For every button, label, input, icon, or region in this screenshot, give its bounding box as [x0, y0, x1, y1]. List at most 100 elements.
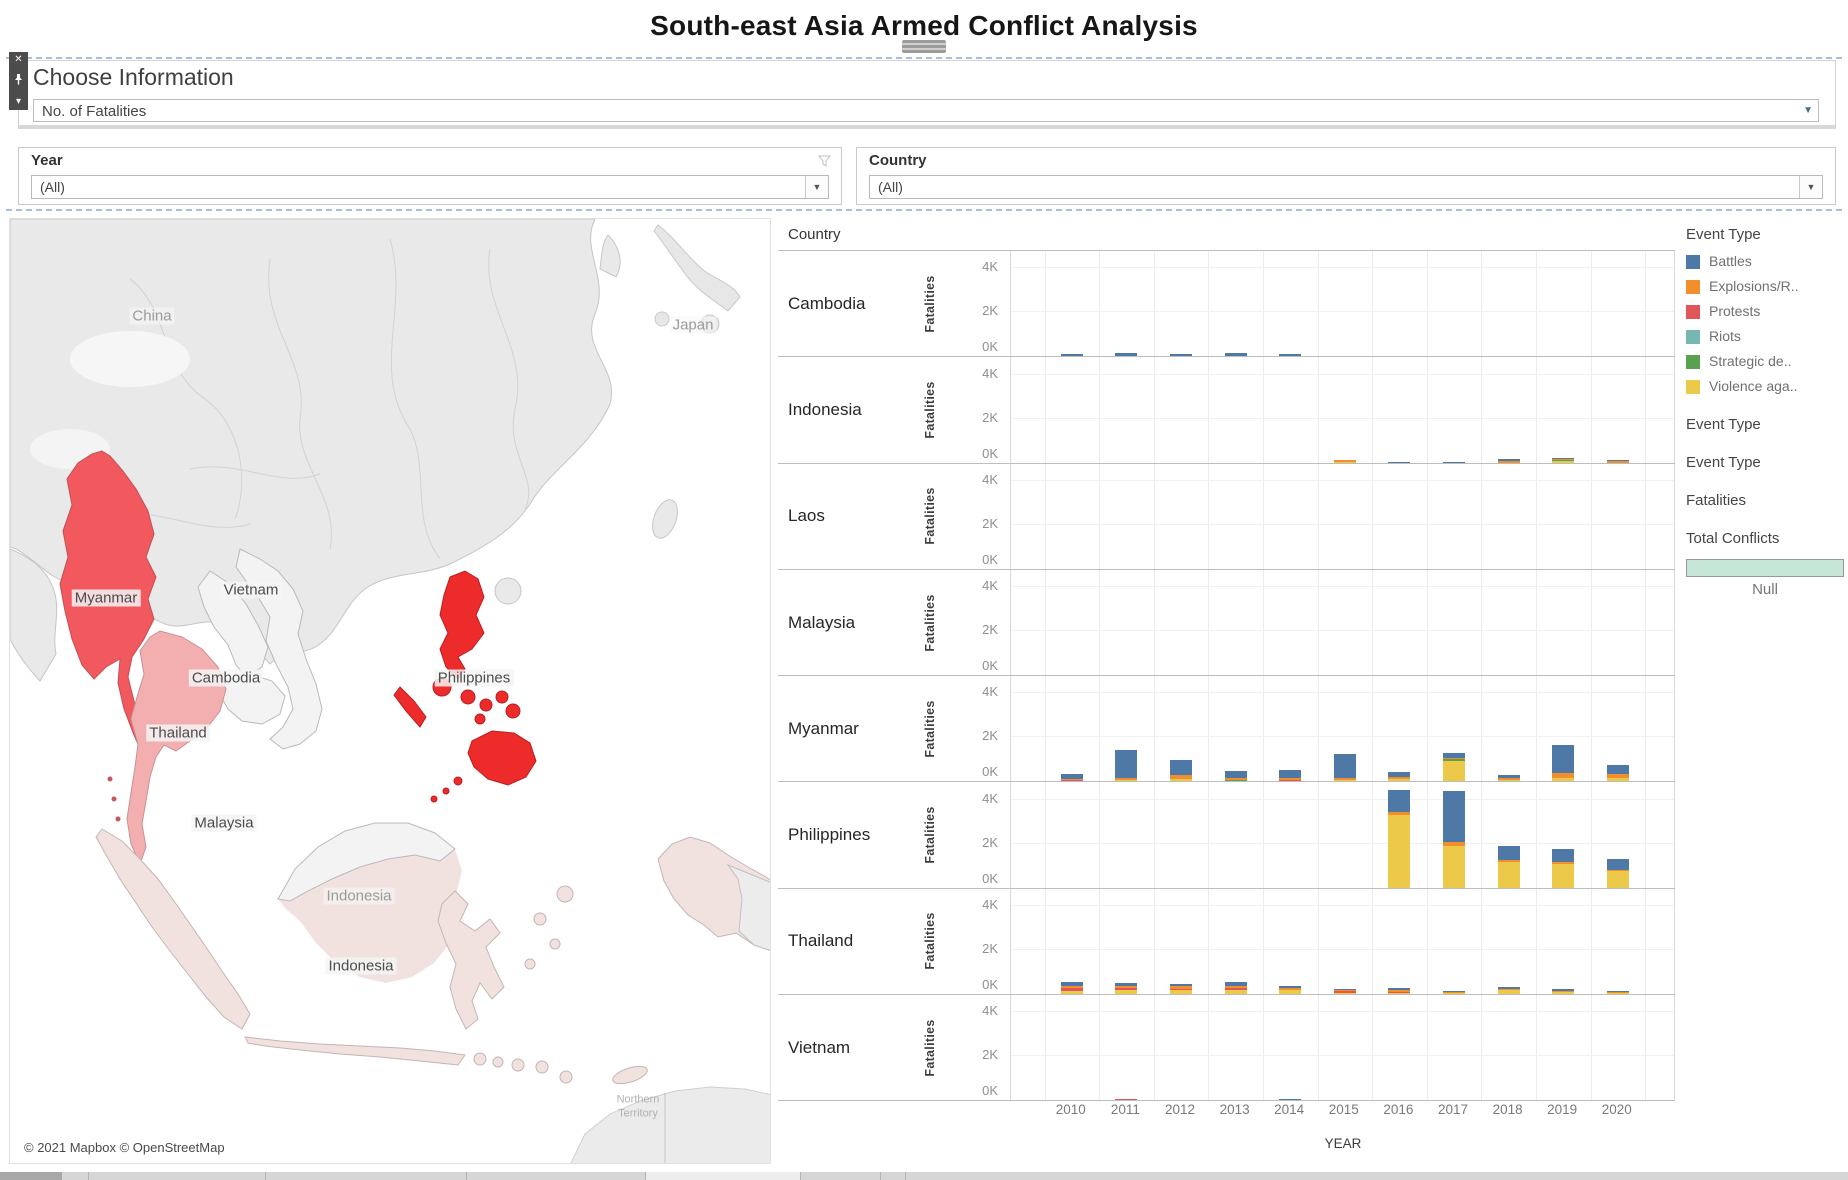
chevron-down-icon[interactable]: ▼ [805, 176, 828, 198]
bottom-scroll-strip[interactable] [0, 1172, 1848, 1180]
stacked-bar-philippines-2016[interactable] [1388, 790, 1410, 888]
bar-segment-battles[interactable] [1061, 354, 1083, 357]
bar-segment-battles[interactable] [1279, 1099, 1301, 1100]
map-panel[interactable]: ChinaJapanMyanmarVietnamCambodiaThailand… [9, 218, 771, 1164]
legend-item-explosions[interactable]: Explosions/R.. [1686, 278, 1844, 295]
total-conflicts-swatch[interactable] [1686, 559, 1844, 577]
close-icon[interactable]: ✕ [14, 55, 22, 65]
bar-segment-explosions[interactable] [1607, 461, 1629, 462]
legend-item-strategic[interactable]: Strategic de.. [1686, 353, 1844, 370]
bar-segment-battles[interactable] [1552, 745, 1574, 773]
stacked-bar-myanmar-2019[interactable] [1552, 745, 1574, 781]
bar-segment-battles[interactable] [1388, 790, 1410, 812]
bar-segment-protests[interactable] [1279, 780, 1301, 781]
bar-segment-violence[interactable] [1388, 815, 1410, 888]
bar-segment-violence[interactable] [1225, 990, 1247, 994]
bar-segment-violence[interactable] [1498, 990, 1520, 994]
bar-segment-battles[interactable] [1388, 462, 1410, 463]
bar-segment-battles[interactable] [1607, 765, 1629, 774]
bar-segment-explosions[interactable] [1498, 461, 1520, 463]
stacked-bar-thailand-2011[interactable] [1115, 983, 1137, 994]
stacked-bar-cambodia-2011[interactable] [1115, 353, 1137, 356]
country-filter-combo[interactable]: (All) ▼ [869, 175, 1823, 199]
bar-segment-violence[interactable] [1115, 990, 1137, 994]
bar-segment-protests[interactable] [1115, 1099, 1137, 1101]
chevron-down-icon[interactable]: ▼ [1803, 100, 1813, 121]
legend-collapsed-header[interactable]: Event Type [1686, 454, 1844, 471]
stacked-bar-indonesia-2018[interactable] [1498, 459, 1520, 462]
stacked-bar-indonesia-2017[interactable] [1443, 462, 1465, 463]
bar-segment-battles[interactable] [1334, 754, 1356, 778]
stacked-bar-vietnam-2014[interactable] [1279, 1099, 1301, 1100]
stacked-bar-myanmar-2020[interactable] [1607, 765, 1629, 781]
row-plot-area[interactable] [1010, 889, 1675, 994]
stacked-bar-myanmar-2017[interactable] [1443, 753, 1465, 782]
bar-segment-violence[interactable] [1498, 780, 1520, 782]
bar-segment-battles[interactable] [1552, 849, 1574, 862]
stacked-bar-myanmar-2011[interactable] [1115, 750, 1137, 781]
row-plot-area[interactable] [1010, 357, 1675, 462]
bar-segment-violence[interactable] [1061, 991, 1083, 994]
bar-segment-violence[interactable] [1279, 990, 1301, 994]
bar-segment-violence[interactable] [1334, 780, 1356, 781]
bar-segment-protests[interactable] [1061, 780, 1083, 781]
bar-segment-violence[interactable] [1607, 871, 1629, 888]
bar-segment-violence[interactable] [1170, 779, 1192, 782]
bar-segment-battles[interactable] [1607, 859, 1629, 869]
stacked-bar-thailand-2015[interactable] [1334, 989, 1356, 994]
stacked-bar-cambodia-2013[interactable] [1225, 353, 1247, 356]
stacked-bar-myanmar-2013[interactable] [1225, 771, 1247, 782]
bar-segment-battles[interactable] [1498, 846, 1520, 860]
row-plot-area[interactable] [1010, 995, 1675, 1100]
bar-segment-violence[interactable] [1388, 779, 1410, 781]
bar-segment-battles[interactable] [1115, 353, 1137, 356]
stacked-bar-philippines-2017[interactable] [1443, 791, 1465, 888]
bar-segment-violence[interactable] [1607, 778, 1629, 781]
bar-segment-violence[interactable] [1552, 992, 1574, 994]
chevron-down-icon[interactable]: ▾ [16, 97, 21, 107]
chevron-down-icon[interactable]: ▼ [1799, 176, 1822, 198]
row-plot-area[interactable] [1010, 570, 1675, 675]
stacked-bar-myanmar-2016[interactable] [1388, 772, 1410, 782]
stacked-bar-myanmar-2015[interactable] [1334, 754, 1356, 782]
stacked-bar-philippines-2019[interactable] [1552, 849, 1574, 887]
stacked-bar-cambodia-2010[interactable] [1061, 354, 1083, 357]
year-filter-combo[interactable]: (All) ▼ [31, 175, 829, 199]
stacked-bar-thailand-2013[interactable] [1225, 982, 1247, 994]
stacked-bar-myanmar-2010[interactable] [1061, 774, 1083, 781]
stacked-bar-cambodia-2012[interactable] [1170, 354, 1192, 357]
row-plot-area[interactable] [1010, 464, 1675, 569]
bar-segment-battles[interactable] [1225, 771, 1247, 779]
bar-segment-violence[interactable] [1443, 761, 1465, 782]
pin-icon[interactable] [14, 74, 23, 88]
bar-segment-battles[interactable] [1115, 750, 1137, 778]
stacked-bar-myanmar-2014[interactable] [1279, 770, 1301, 782]
bar-segment-strategic[interactable] [1225, 780, 1247, 782]
stacked-bar-myanmar-2018[interactable] [1498, 775, 1520, 781]
bar-segment-battles[interactable] [1225, 353, 1247, 356]
stacked-bar-thailand-2018[interactable] [1498, 987, 1520, 994]
stacked-bar-thailand-2019[interactable] [1552, 989, 1574, 994]
legend-item-battles[interactable]: Battles [1686, 253, 1844, 270]
bar-segment-violence[interactable] [1334, 993, 1356, 995]
row-plot-area[interactable] [1010, 251, 1675, 356]
row-plot-area[interactable] [1010, 676, 1675, 781]
bar-segment-violence[interactable] [1388, 993, 1410, 995]
stacked-bar-thailand-2014[interactable] [1279, 986, 1301, 994]
stacked-bar-indonesia-2016[interactable] [1388, 462, 1410, 463]
bar-segment-violence[interactable] [1443, 846, 1465, 888]
bar-segment-violence[interactable] [1552, 461, 1574, 462]
map-region-sumatra[interactable] [96, 829, 250, 1029]
bar-segment-battles[interactable] [1443, 462, 1465, 463]
stacked-bar-philippines-2020[interactable] [1607, 859, 1629, 888]
bar-segment-battles[interactable] [1279, 770, 1301, 779]
bar-segment-battles[interactable] [1170, 760, 1192, 774]
bar-segment-violence[interactable] [1443, 993, 1465, 994]
stacked-bar-thailand-2012[interactable] [1170, 984, 1192, 994]
information-select[interactable]: No. of Fatalities ▼ [33, 99, 1819, 122]
stacked-bar-thailand-2016[interactable] [1388, 988, 1410, 994]
bar-segment-violence[interactable] [1334, 462, 1356, 463]
map-region-java[interactable] [245, 1037, 465, 1065]
legend-item-protests[interactable]: Protests [1686, 303, 1844, 320]
bar-segment-violence[interactable] [1552, 864, 1574, 887]
